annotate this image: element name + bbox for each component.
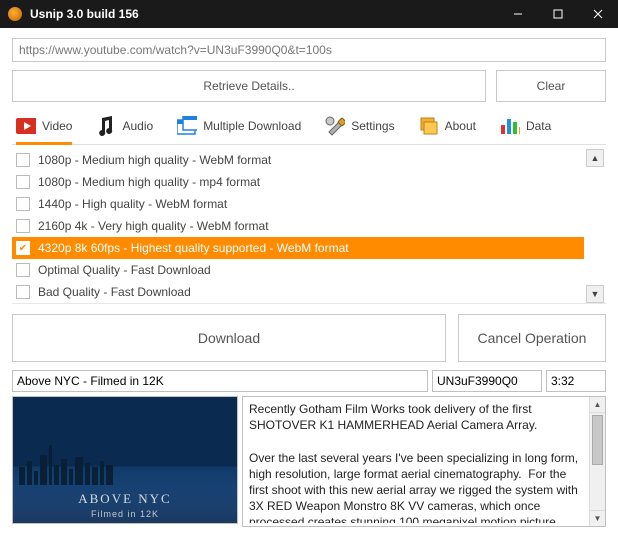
format-checkbox[interactable] (16, 285, 30, 299)
app-icon (8, 7, 22, 21)
scroll-down-button[interactable]: ▼ (586, 285, 604, 303)
format-checkbox[interactable] (16, 153, 30, 167)
download-button[interactable]: Download (12, 314, 446, 362)
format-label: Bad Quality - Fast Download (38, 285, 191, 299)
close-button[interactable] (578, 0, 618, 28)
description-scrollbar[interactable]: ▲ ▼ (589, 397, 605, 526)
tab-label: Settings (351, 119, 394, 133)
cancel-button[interactable]: Cancel Operation (458, 314, 606, 362)
scroll-up-icon[interactable]: ▲ (590, 397, 605, 413)
video-thumbnail: ABOVE NYC Filmed in 12K (12, 396, 238, 524)
tab-video[interactable]: Video (16, 116, 72, 144)
scroll-down-icon[interactable]: ▼ (590, 510, 605, 526)
thumbnail-subtitle: Filmed in 12K (13, 509, 237, 519)
minimize-button[interactable] (498, 0, 538, 28)
tab-label: About (445, 119, 476, 133)
url-input[interactable] (12, 38, 606, 62)
format-label: 1080p - Medium high quality - WebM forma… (38, 153, 271, 167)
description-textarea[interactable] (243, 397, 589, 523)
video-id-input[interactable] (432, 370, 542, 392)
audio-icon (96, 116, 116, 136)
tab-settings[interactable]: Settings (325, 116, 394, 144)
format-label: 1080p - Medium high quality - mp4 format (38, 175, 260, 189)
multi-download-icon (177, 116, 197, 136)
format-row[interactable]: 1080p - Medium high quality - WebM forma… (12, 149, 584, 171)
data-icon (500, 116, 520, 136)
format-label: 1440p - High quality - WebM format (38, 197, 227, 211)
format-checkbox[interactable] (16, 175, 30, 189)
settings-icon (325, 116, 345, 136)
retrieve-button[interactable]: Retrieve Details.. (12, 70, 486, 102)
format-label: Optimal Quality - Fast Download (38, 263, 211, 277)
tab-about[interactable]: About (419, 116, 476, 144)
tab-data[interactable]: Data (500, 116, 551, 144)
clear-button[interactable]: Clear (496, 70, 606, 102)
maximize-button[interactable] (538, 0, 578, 28)
format-checkbox[interactable] (16, 219, 30, 233)
tab-label: Video (42, 119, 72, 133)
format-row[interactable]: 1440p - High quality - WebM format (12, 193, 584, 215)
format-list: 1080p - Medium high quality - WebM forma… (12, 149, 584, 303)
list-scrollbar: ▲ ▼ (586, 149, 606, 303)
tab-label: Multiple Download (203, 119, 301, 133)
tab-audio[interactable]: Audio (96, 116, 153, 144)
tab-label: Data (526, 119, 551, 133)
tab-multi[interactable]: Multiple Download (177, 116, 301, 144)
duration-input[interactable] (546, 370, 606, 392)
window-title: Usnip 3.0 build 156 (30, 7, 498, 21)
scrollbar-thumb[interactable] (592, 415, 603, 465)
about-icon (419, 116, 439, 136)
format-row[interactable]: Optimal Quality - Fast Download (12, 259, 584, 281)
tab-label: Audio (122, 119, 153, 133)
titlebar: Usnip 3.0 build 156 (0, 0, 618, 28)
format-checkbox[interactable]: ✔ (16, 241, 30, 255)
format-row[interactable]: Bad Quality - Fast Download (12, 281, 584, 303)
format-row[interactable]: ✔ 4320p 8k 60fps - Highest quality suppor… (12, 237, 584, 259)
scroll-up-button[interactable]: ▲ (586, 149, 604, 167)
format-checkbox[interactable] (16, 197, 30, 211)
format-label: 4320p 8k 60fps - Highest quality support… (38, 241, 349, 255)
format-row[interactable]: 2160p 4k - Very high quality - WebM form… (12, 215, 584, 237)
format-row[interactable]: 1080p - Medium high quality - mp4 format (12, 171, 584, 193)
thumbnail-title: ABOVE NYC (13, 491, 237, 507)
video-title-input[interactable] (12, 370, 428, 392)
tabs: Video Audio Multiple Download Settings A… (12, 102, 606, 145)
video-icon (16, 116, 36, 136)
format-checkbox[interactable] (16, 263, 30, 277)
format-label: 2160p 4k - Very high quality - WebM form… (38, 219, 269, 233)
